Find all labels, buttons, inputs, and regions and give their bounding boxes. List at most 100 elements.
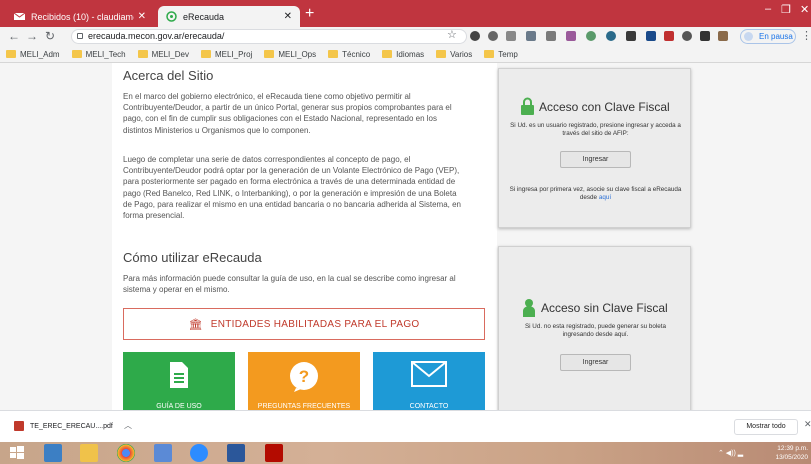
question-icon: ?	[290, 362, 318, 392]
show-all-button[interactable]: Mostrar todo	[734, 419, 798, 435]
ingresar-con-clave-button[interactable]: Ingresar	[560, 151, 631, 168]
new-tab-button[interactable]: +	[305, 5, 314, 23]
pdf-icon	[14, 421, 24, 431]
extension-icon[interactable]	[664, 31, 674, 41]
con-clave-title: Acceso con Clave Fiscal	[539, 100, 670, 114]
bookmark-folder[interactable]: Técnico	[328, 50, 370, 59]
contacto-tile[interactable]: CONTACTO	[373, 352, 485, 410]
entidades-habilitadas-button[interactable]: 🏛 ENTIDADES HABILITADAS PARA EL PAGO	[123, 308, 485, 340]
address-bar[interactable]: erecauda.mecon.gov.ar/erecauda/	[71, 29, 467, 44]
avatar	[744, 32, 753, 41]
folder-icon	[200, 50, 211, 58]
folder-icon	[264, 50, 275, 58]
bookmark-star-icon[interactable]: ☆	[447, 28, 457, 41]
bookmark-folder[interactable]: MELI_Adm	[6, 50, 60, 59]
tile-label: CONTACTO	[409, 403, 449, 410]
extension-icon[interactable]	[646, 31, 656, 41]
chrome-icon[interactable]	[117, 444, 135, 462]
aqui-link[interactable]: aquí	[599, 194, 611, 201]
folder-icon	[137, 50, 148, 58]
profile-paused-button[interactable]: En pausa	[740, 29, 796, 44]
extension-icon[interactable]	[470, 31, 480, 41]
acceso-sin-clave-card: Acceso sin Clave Fiscal Si Ud. no esta r…	[498, 246, 691, 410]
tile-label: GUÍA DE USO	[156, 403, 202, 410]
screen-app-icon[interactable]	[44, 444, 62, 462]
app-icon[interactable]	[154, 444, 172, 462]
folder-icon	[328, 50, 339, 58]
close-window-icon[interactable]: ✕	[800, 3, 809, 16]
document-icon	[170, 362, 188, 388]
preguntas-frecuentes-tile[interactable]: ? PREGUNTAS FRECUENTES	[248, 352, 360, 410]
lock-icon	[77, 33, 83, 39]
bank-icon: 🏛	[188, 318, 203, 331]
extension-icon[interactable]	[506, 31, 516, 41]
extension-icon[interactable]	[566, 31, 576, 41]
entidades-label: ENTIDADES HABILITADAS PARA EL PAGO	[210, 318, 420, 330]
extension-icon[interactable]	[526, 31, 536, 41]
download-shelf: TE_EREC_ERECAU....pdf ︿ Mostrar todo ✕	[0, 410, 811, 442]
extension-icon[interactable]	[546, 31, 556, 41]
con-clave-footer: Si ingresa por primera vez, asocie su cl…	[509, 186, 682, 201]
system-tray-icons[interactable]: ⌃ ◀)) ▂	[718, 449, 743, 457]
extension-icon[interactable]	[488, 31, 498, 41]
url-text: erecauda.mecon.gov.ar/erecauda/	[88, 31, 225, 41]
back-icon[interactable]: ←	[8, 28, 20, 44]
browser-tab-strip: Recibidos (10) - claudiam@fie.un ✕ eReca…	[0, 0, 811, 27]
reload-icon[interactable]: ↻	[45, 28, 55, 44]
folder-icon	[484, 50, 495, 58]
forward-icon[interactable]: →	[26, 28, 38, 44]
extension-icon[interactable]	[626, 31, 636, 41]
profile-status: En pausa	[759, 32, 793, 41]
close-icon[interactable]: ✕	[138, 11, 146, 22]
lock-icon	[521, 97, 534, 115]
howto-paragraph: Para más información puede consultar la …	[123, 274, 456, 295]
ingresar-sin-clave-button[interactable]: Ingresar	[560, 354, 631, 371]
bookmark-folder[interactable]: MELI_Tech	[71, 50, 126, 59]
extension-icon[interactable]	[586, 31, 596, 41]
sin-clave-title: Acceso sin Clave Fiscal	[541, 301, 668, 315]
windows-start-icon[interactable]	[8, 444, 26, 462]
bookmark-folder[interactable]: Temp	[484, 50, 518, 59]
extension-icon[interactable]	[682, 31, 692, 41]
zoom-icon[interactable]	[190, 444, 208, 462]
tab-erecauda[interactable]: eRecauda ✕	[158, 6, 300, 27]
folder-icon	[382, 50, 393, 58]
envelope-icon	[411, 361, 447, 387]
taskbar-clock[interactable]: 12:39 p.m. 13/05/2020	[775, 444, 808, 462]
user-icon	[523, 299, 535, 317]
restore-icon[interactable]: ❐	[781, 3, 791, 16]
extension-icon[interactable]	[606, 31, 616, 41]
acrobat-icon[interactable]	[265, 444, 283, 462]
close-icon[interactable]: ✕	[804, 419, 811, 430]
svg-text:?: ?	[299, 367, 309, 386]
bookmark-folder[interactable]: Varios	[436, 50, 472, 59]
about-heading: Acerca del Sitio	[123, 68, 214, 83]
gmail-icon	[13, 11, 26, 22]
taskbar: ⌃ ◀)) ▂ 12:39 p.m. 13/05/2020	[0, 442, 811, 464]
page-content: Acerca del Sitio En el marco del gobiern…	[0, 63, 811, 410]
download-item[interactable]: TE_EREC_ERECAU....pdf	[14, 421, 113, 431]
menu-icon[interactable]: ⋮	[801, 29, 811, 42]
tab-gmail[interactable]: Recibidos (10) - claudiam@fie.un ✕	[6, 6, 154, 27]
tab-label: Recibidos (10) - claudiam@fie.un	[31, 11, 134, 22]
download-filename: TE_EREC_ERECAU....pdf	[30, 422, 113, 430]
minimize-icon[interactable]: –	[765, 3, 771, 15]
about-paragraph-2: Luego de completar una serie de datos co…	[123, 155, 461, 221]
howto-heading: Cómo utilizar eRecauda	[123, 250, 262, 265]
folder-icon	[71, 50, 82, 58]
about-paragraph-1: En el marco del gobierno electrónico, el…	[123, 92, 452, 135]
bookmark-folder[interactable]: Idiomas	[382, 50, 424, 59]
close-icon[interactable]: ✕	[284, 11, 292, 22]
bookmark-folder[interactable]: MELI_Ops	[264, 50, 316, 59]
bookmark-folder[interactable]: MELI_Proj	[200, 50, 252, 59]
folder-icon	[436, 50, 447, 58]
extension-icon[interactable]	[718, 31, 728, 41]
extension-icon[interactable]	[700, 31, 710, 41]
guia-de-uso-tile[interactable]: GUÍA DE USO	[123, 352, 235, 410]
file-explorer-icon[interactable]	[80, 444, 98, 462]
erecauda-favicon-icon	[166, 11, 177, 22]
chevron-up-icon[interactable]: ︿	[124, 420, 132, 431]
tab-label: eRecauda	[183, 11, 225, 22]
bookmark-folder[interactable]: MELI_Dev	[137, 50, 189, 59]
word-icon[interactable]	[227, 444, 245, 462]
